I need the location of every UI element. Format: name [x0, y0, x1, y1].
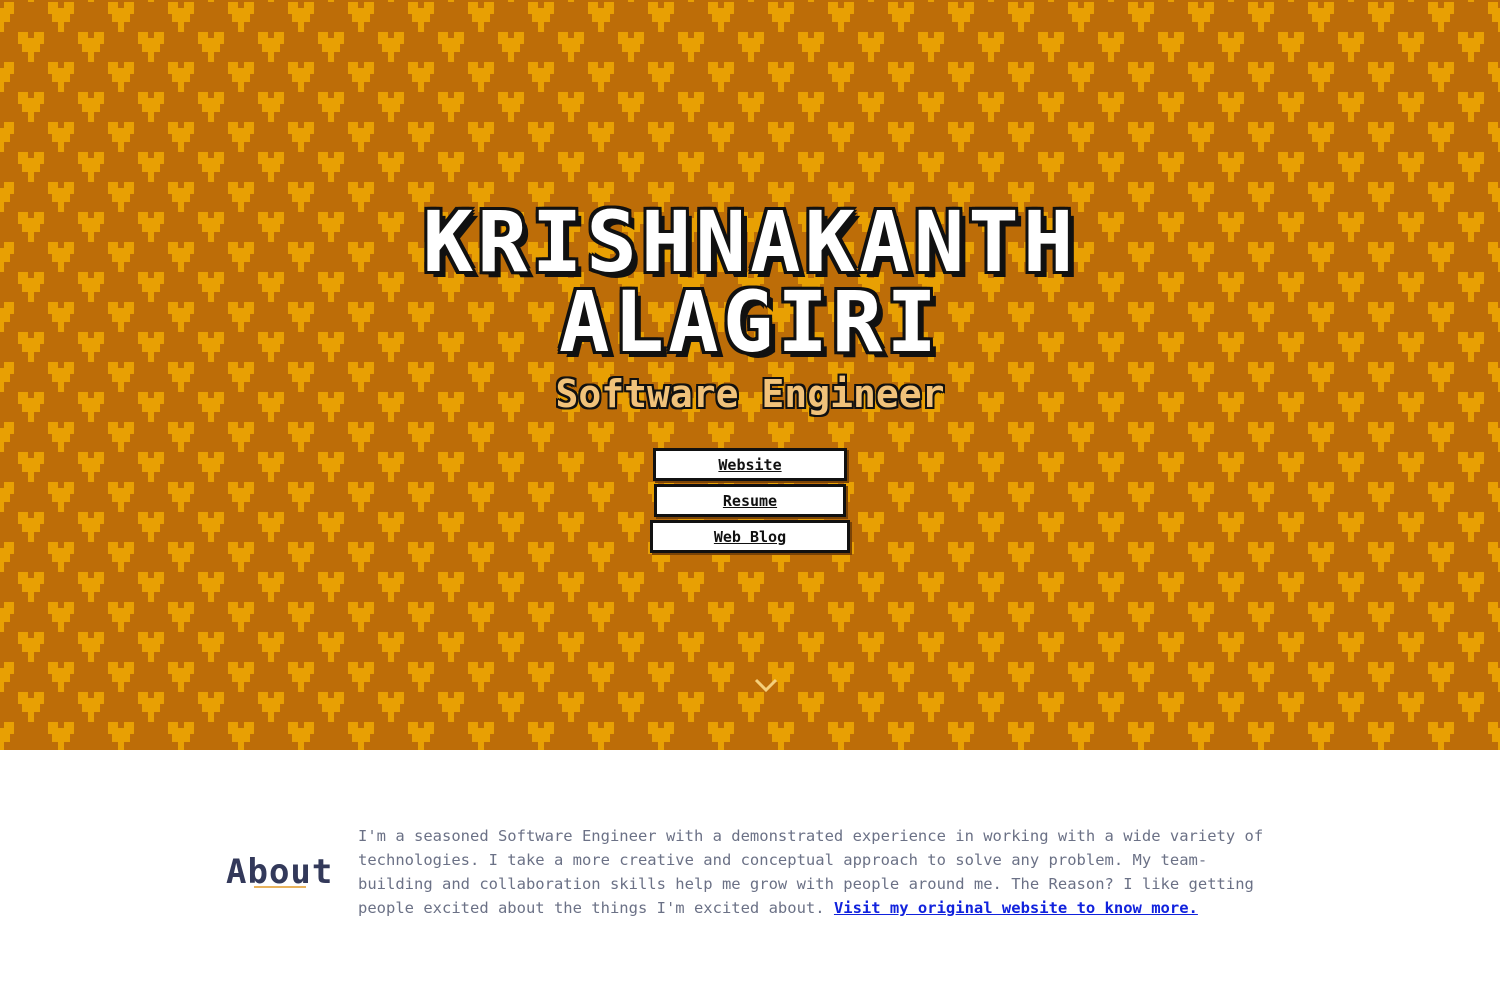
chevron-down-icon[interactable]	[754, 676, 778, 694]
about-heading-underline	[254, 886, 306, 888]
job-title: Software Engineer	[555, 372, 945, 416]
about-description: I'm a seasoned Software Engineer with a …	[358, 824, 1273, 920]
hero-content: KRISHNAKANTH ALAGIRI Software Engineer W…	[0, 0, 1500, 750]
website-button[interactable]: Website	[653, 448, 847, 481]
name-first: KRISHNAKANTH	[422, 193, 1078, 291]
name-last: ALAGIRI	[558, 273, 941, 371]
web-blog-button[interactable]: Web Blog	[650, 520, 850, 553]
hero-section: KRISHNAKANTH ALAGIRI Software Engineer W…	[0, 0, 1500, 750]
original-website-link[interactable]: Visit my original website to know more.	[834, 899, 1198, 917]
resume-button[interactable]: Resume	[654, 484, 846, 517]
